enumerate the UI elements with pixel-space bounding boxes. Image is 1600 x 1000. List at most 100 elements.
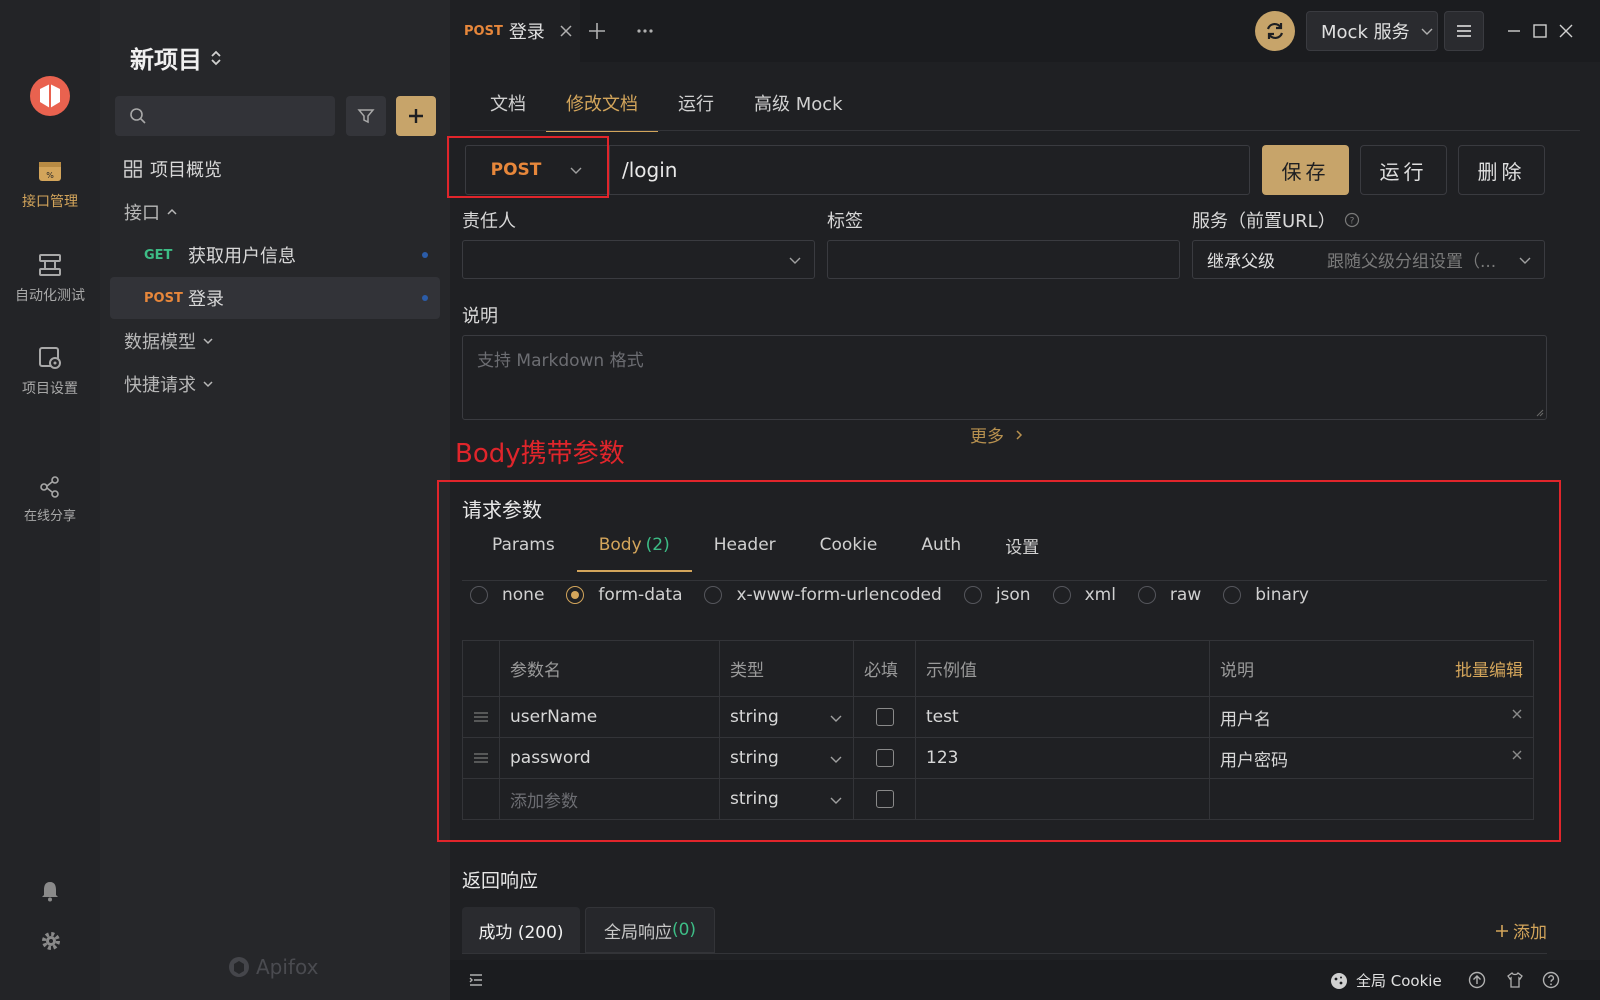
- rail-item-share[interactable]: 在线分享: [0, 476, 100, 524]
- filter-button[interactable]: [346, 96, 386, 136]
- mock-service-select[interactable]: Mock 服务: [1306, 11, 1438, 51]
- drag-handle[interactable]: [462, 737, 500, 779]
- tab-edit-doc[interactable]: 修改文档: [546, 75, 658, 132]
- tree-item-api[interactable]: GET 获取用户信息: [100, 234, 450, 276]
- tab-advanced-mock[interactable]: 高级 Mock: [734, 75, 863, 130]
- tab-settings[interactable]: 设置: [983, 520, 1061, 570]
- path-input[interactable]: /login: [622, 158, 677, 182]
- table-row-add: 添加参数 string: [462, 778, 1534, 820]
- tab-doc[interactable]: 文档: [470, 75, 546, 130]
- chevron-up-icon: [167, 208, 177, 215]
- doc-tab-login[interactable]: POST 登录: [450, 0, 580, 62]
- rail-item-api-management[interactable]: % 接口管理: [0, 158, 100, 211]
- tab-response-global[interactable]: 全局响应 (0): [585, 907, 715, 953]
- response-title: 返回响应: [462, 870, 539, 892]
- radio-xml[interactable]: xml: [1052, 585, 1116, 605]
- tree-item-overview[interactable]: 项目概览: [100, 148, 450, 190]
- gear-icon[interactable]: [40, 930, 62, 952]
- radio-binary[interactable]: binary: [1223, 585, 1309, 605]
- new-tab-button[interactable]: [588, 22, 606, 40]
- param-example-cell[interactable]: test: [915, 696, 1210, 738]
- rail-item-automation[interactable]: 自动化测试: [0, 252, 100, 305]
- param-type-select[interactable]: string: [719, 737, 854, 779]
- add-param-input[interactable]: 添加参数: [499, 778, 720, 820]
- tab-body-count: (2): [645, 535, 670, 555]
- collapse-sidebar-icon[interactable]: [468, 972, 484, 988]
- radio-label: raw: [1169, 585, 1202, 605]
- help-icon[interactable]: [1542, 971, 1560, 989]
- refresh-icon: [1266, 22, 1284, 40]
- radio-json[interactable]: json: [963, 585, 1031, 605]
- param-desc: 用户密码: [1220, 750, 1288, 771]
- add-api-button[interactable]: [396, 96, 436, 136]
- radio-circle: [1223, 586, 1242, 604]
- minimize-icon[interactable]: [1506, 23, 1522, 39]
- tree-search-input[interactable]: [115, 96, 335, 136]
- tab-body[interactable]: Body (2): [576, 520, 692, 572]
- radio-urlencoded[interactable]: x-www-form-urlencoded: [704, 585, 942, 605]
- bell-icon[interactable]: [40, 880, 60, 902]
- param-desc-cell[interactable]: 用户名: [1209, 696, 1534, 738]
- run-button[interactable]: 运行: [1360, 145, 1447, 195]
- save-button[interactable]: 保存: [1262, 145, 1349, 195]
- remove-row-icon[interactable]: [1511, 749, 1523, 761]
- sync-button[interactable]: [1255, 11, 1295, 51]
- app-logo[interactable]: [30, 76, 70, 116]
- param-example-cell[interactable]: [915, 778, 1210, 820]
- param-type-select[interactable]: string: [719, 778, 854, 820]
- tab-response-success[interactable]: 成功 (200): [462, 907, 580, 953]
- tab-cookie[interactable]: Cookie: [798, 520, 900, 570]
- param-name-cell[interactable]: userName: [499, 696, 720, 738]
- add-response-label: 添加: [1513, 923, 1547, 943]
- tab-auth[interactable]: Auth: [899, 520, 983, 570]
- global-cookie-button[interactable]: 全局 Cookie: [1330, 970, 1442, 991]
- ellipsis-icon: [637, 29, 653, 33]
- drag-handle[interactable]: [462, 696, 500, 738]
- tab-name: 登录: [508, 22, 545, 43]
- add-response-button[interactable]: 添加: [1495, 918, 1547, 943]
- tree-group-quick-requests[interactable]: 快捷请求: [100, 363, 450, 405]
- rail-item-project-settings[interactable]: 项目设置: [0, 345, 100, 398]
- tags-input[interactable]: [827, 240, 1180, 279]
- shirt-icon[interactable]: [1506, 971, 1524, 989]
- annotation-box-method: [447, 136, 609, 198]
- delete-button[interactable]: 删除: [1458, 145, 1545, 195]
- param-desc-cell[interactable]: [1209, 778, 1534, 820]
- desc-textarea[interactable]: 支持 Markdown 格式: [462, 335, 1547, 420]
- more-link[interactable]: 更多: [970, 422, 1024, 447]
- radio-raw[interactable]: raw: [1137, 585, 1202, 605]
- required-checkbox[interactable]: [875, 790, 894, 808]
- more-tabs-button[interactable]: [636, 22, 654, 40]
- project-switcher[interactable]: 新项目: [130, 40, 222, 75]
- column-header-label: 说明: [1220, 661, 1254, 681]
- help-icon: ?: [1344, 212, 1359, 228]
- service-select[interactable]: 继承父级 跟随父级分组设置（...: [1192, 240, 1545, 279]
- param-type-select[interactable]: string: [719, 696, 854, 738]
- tree-group-data-models[interactable]: 数据模型: [100, 320, 450, 362]
- bulk-edit-link[interactable]: 批量编辑: [1455, 656, 1523, 681]
- radio-form-data[interactable]: form-data: [566, 585, 682, 605]
- tab-run[interactable]: 运行: [658, 75, 734, 130]
- param-name-cell[interactable]: password: [499, 737, 720, 779]
- required-checkbox[interactable]: [875, 708, 894, 726]
- owner-select[interactable]: [462, 240, 815, 279]
- close-window-icon[interactable]: [1558, 23, 1574, 39]
- tab-header[interactable]: Header: [692, 520, 798, 570]
- close-icon[interactable]: [559, 24, 573, 38]
- project-settings-icon: [39, 347, 61, 369]
- required-checkbox[interactable]: [875, 749, 894, 767]
- main-menu-button[interactable]: [1444, 11, 1484, 51]
- tab-params[interactable]: Params: [470, 520, 577, 570]
- maximize-icon[interactable]: [1532, 23, 1548, 39]
- tree-group-label: 接口: [124, 203, 160, 224]
- radio-none[interactable]: none: [470, 585, 544, 605]
- service-hint: 跟随父级分组设置（...: [1327, 252, 1497, 272]
- tree-item-api-selected[interactable]: POST 登录: [110, 277, 440, 319]
- column-header: 示例值: [915, 640, 1210, 697]
- filter-icon: [357, 109, 375, 124]
- param-example-cell[interactable]: 123: [915, 737, 1210, 779]
- upload-icon[interactable]: [1468, 971, 1486, 989]
- tree-group-api[interactable]: 接口: [100, 191, 450, 233]
- param-desc-cell[interactable]: 用户密码: [1209, 737, 1534, 779]
- remove-row-icon[interactable]: [1511, 708, 1523, 720]
